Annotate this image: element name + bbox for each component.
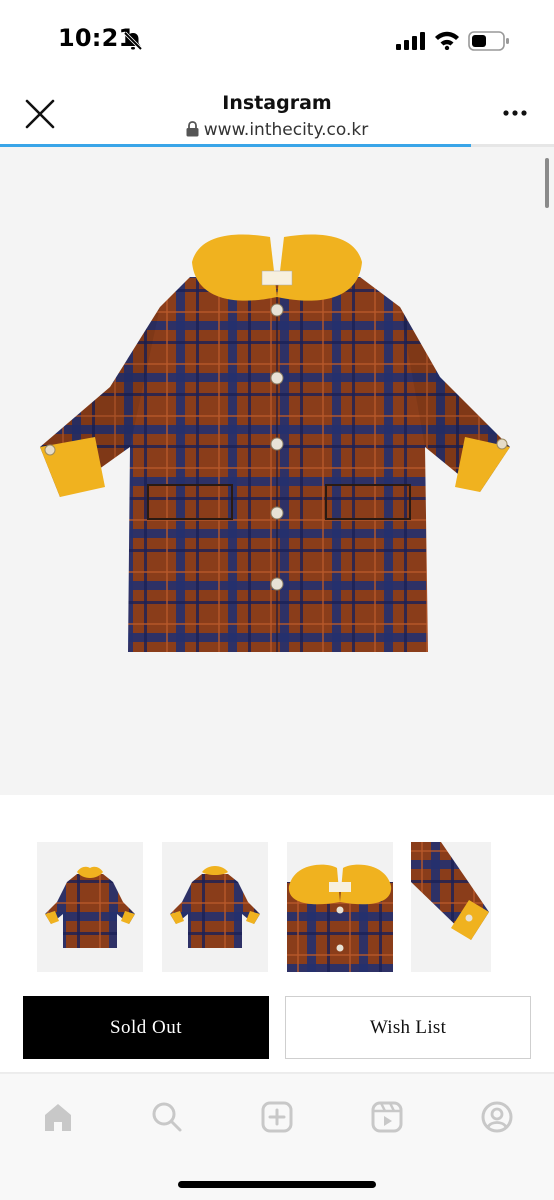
reels-icon[interactable] bbox=[370, 1100, 404, 1134]
url-text[interactable]: www.inthecity.co.kr bbox=[0, 120, 554, 140]
thumbnail-coat-back[interactable] bbox=[162, 842, 268, 972]
scrollbar[interactable] bbox=[545, 158, 549, 208]
add-post-icon[interactable] bbox=[260, 1100, 294, 1134]
thumbnail-coat-collar[interactable] bbox=[287, 842, 393, 972]
page-title: Instagram bbox=[222, 92, 332, 114]
product-main-image[interactable] bbox=[0, 147, 554, 795]
more-icon[interactable] bbox=[502, 108, 528, 118]
home-icon[interactable] bbox=[41, 1100, 75, 1134]
search-icon[interactable] bbox=[150, 1100, 184, 1134]
battery-icon bbox=[468, 31, 509, 51]
profile-icon[interactable] bbox=[480, 1100, 514, 1134]
home-indicator[interactable] bbox=[178, 1181, 376, 1188]
sold-out-button[interactable]: Sold Out bbox=[23, 996, 269, 1059]
coat-image bbox=[40, 234, 510, 652]
thumbnail-coat-front[interactable] bbox=[37, 842, 143, 972]
url-label: www.inthecity.co.kr bbox=[203, 120, 369, 140]
lock-icon bbox=[186, 121, 199, 137]
wish-list-button[interactable]: Wish List bbox=[285, 996, 531, 1059]
bell-slash-icon bbox=[123, 31, 143, 51]
cellular-signal-icon bbox=[396, 32, 425, 50]
thumbnail-coat-sleeve[interactable] bbox=[411, 842, 491, 972]
wifi-icon bbox=[435, 31, 459, 50]
